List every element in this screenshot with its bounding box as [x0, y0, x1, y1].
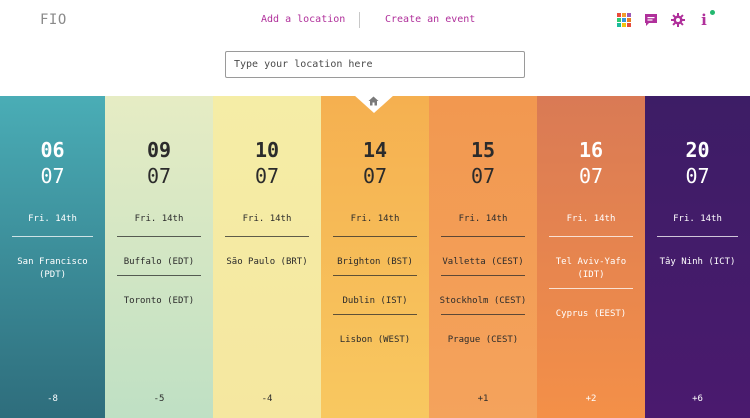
city-separator: [333, 236, 417, 237]
city-label[interactable]: Valletta (CEST): [429, 256, 537, 269]
timezone-columns: 06 07 Fri. 14th San Francisco (PDT) -8 09 07 Fr…: [0, 96, 750, 418]
date-label: Fri. 14th: [566, 214, 616, 224]
month-number: 07: [254, 164, 280, 188]
city-label[interactable]: Toronto (EDT): [105, 295, 213, 308]
utc-offset: +1: [477, 394, 489, 404]
top-bar: FIO Add a location Create an event i Typ…: [0, 0, 750, 96]
day-number: 06: [40, 138, 65, 162]
city-label[interactable]: Buffalo (EDT): [105, 256, 213, 269]
utc-offset: -4: [261, 394, 273, 404]
city-separator: [333, 314, 417, 315]
utc-offset: +6: [692, 394, 703, 404]
city-separator: [12, 236, 93, 237]
timezone-column[interactable]: 20 07 Fri. 14th Tây Ninh (ICT) +6: [645, 96, 750, 418]
day-number: 10: [254, 138, 280, 162]
city-label[interactable]: Tel Aviv-Yafo (IDT): [537, 256, 645, 282]
month-number: 07: [146, 164, 172, 188]
nav-divider: [359, 12, 360, 28]
city-label[interactable]: Stockholm (CEST): [429, 295, 537, 308]
city-separator: [549, 288, 633, 289]
month-number: 07: [470, 164, 496, 188]
city-separator: [441, 314, 525, 315]
gear-icon[interactable]: [670, 12, 686, 28]
date-label: Fri. 14th: [350, 214, 400, 224]
city-separator: [657, 236, 738, 237]
day-number: 14: [362, 138, 388, 162]
utc-offset: -5: [153, 394, 165, 404]
notification-dot: [710, 10, 715, 15]
day-number: 09: [146, 138, 172, 162]
timezone-column[interactable]: 09 07 Fri. 14th Buffalo (EDT) Toronto (EDT) -…: [105, 96, 213, 418]
date-label: Fri. 14th: [242, 214, 292, 224]
timezone-column[interactable]: 16 07 Fri. 14th Tel Aviv-Yafo (IDT) Cyprus (…: [537, 96, 645, 418]
create-event-link[interactable]: Create an event: [385, 14, 475, 25]
date-label: Fri. 14th: [134, 214, 184, 224]
home-icon: [368, 96, 379, 106]
day-number: 15: [470, 138, 496, 162]
timezone-column[interactable]: 14 07 Fri. 14th Brighton (BST) Dublin (IST) L…: [321, 96, 429, 418]
city-separator: [225, 236, 309, 237]
date-label: Fri. 14th: [673, 214, 722, 224]
city-separator: [117, 236, 201, 237]
date-label: Fri. 14th: [28, 214, 77, 224]
city-label[interactable]: Tây Ninh (ICT): [645, 256, 750, 269]
city-label[interactable]: Dublin (IST): [321, 295, 429, 308]
city-separator: [441, 236, 525, 237]
month-number: 07: [362, 164, 388, 188]
location-search-input[interactable]: [225, 51, 525, 78]
city-separator: [441, 275, 525, 276]
grid-icon[interactable]: [616, 12, 632, 28]
info-icon[interactable]: i: [696, 10, 715, 28]
month-number: 07: [578, 164, 604, 188]
timezone-column[interactable]: 06 07 Fri. 14th San Francisco (PDT) -8: [0, 96, 105, 418]
utc-offset: -8: [47, 394, 58, 404]
timezone-column[interactable]: 10 07 Fri. 14th São Paulo (BRT) -4: [213, 96, 321, 418]
city-label[interactable]: São Paulo (BRT): [213, 256, 321, 269]
add-location-link[interactable]: Add a location: [261, 14, 345, 25]
day-number: 20: [685, 138, 710, 162]
city-label[interactable]: San Francisco (PDT): [0, 256, 105, 282]
day-number: 16: [578, 138, 604, 162]
city-separator: [333, 275, 417, 276]
month-number: 07: [685, 164, 710, 188]
city-label[interactable]: Cyprus (EEST): [537, 308, 645, 321]
city-label[interactable]: Lisbon (WEST): [321, 334, 429, 347]
city-separator: [549, 236, 633, 237]
city-label[interactable]: Brighton (BST): [321, 256, 429, 269]
city-label[interactable]: Prague (CEST): [429, 334, 537, 347]
month-number: 07: [40, 164, 65, 188]
chat-icon[interactable]: [643, 12, 659, 28]
utc-offset: +2: [585, 394, 597, 404]
date-label: Fri. 14th: [458, 214, 508, 224]
app-logo[interactable]: FIO: [40, 12, 67, 28]
city-separator: [117, 275, 201, 276]
timezone-column[interactable]: 15 07 Fri. 14th Valletta (CEST) Stockholm (C…: [429, 96, 537, 418]
